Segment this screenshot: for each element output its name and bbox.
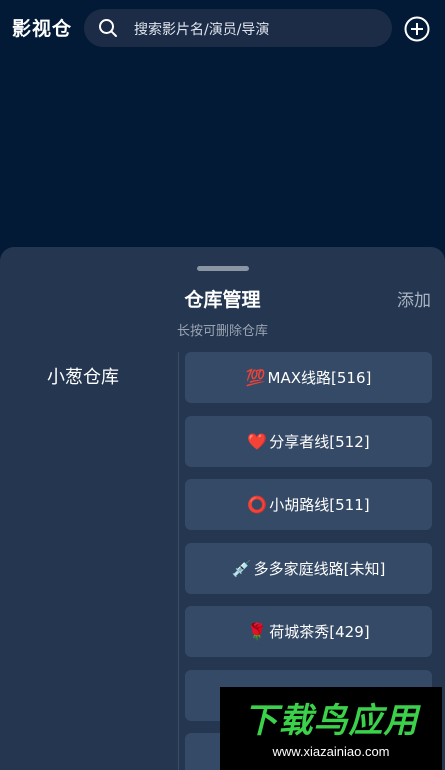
line-button[interactable]: 💉 多多家庭线路[未知] (185, 542, 432, 594)
app-title: 影视仓 (12, 18, 73, 40)
line-button[interactable]: 🌹 荷城茶秀[429] (185, 606, 432, 657)
site-watermark: 下载鸟应用 www.xiazainiao.com (220, 687, 442, 770)
sheet-title: 仓库管理 (184, 289, 261, 311)
line-button[interactable]: 💯 MAX线路[516] (185, 352, 432, 403)
hundred-points-icon: 💯 (245, 368, 266, 387)
search-bar[interactable]: 搜索影片名/演员/导演 (84, 9, 392, 47)
line-button[interactable]: ⭕ 小胡路线[511] (185, 479, 432, 530)
line-button[interactable]: ❤️ 分享者线[512] (185, 415, 432, 467)
watermark-url: www.xiazainiao.com (272, 744, 390, 759)
top-bar: 影视仓 搜索影片名/演员/导演 (0, 0, 445, 56)
line-label: 分享者线[512] (269, 432, 370, 451)
sheet-subtitle: 长按可删除仓库 (176, 324, 268, 339)
line-label: 多多家庭线路[未知] (253, 559, 386, 578)
heart-icon: ❤️ (247, 431, 268, 451)
divider (178, 352, 179, 770)
search-icon (99, 19, 117, 37)
circle-icon: ⭕ (247, 495, 268, 514)
line-label: 小胡路线[511] (269, 496, 370, 514)
search-placeholder: 搜索影片名/演员/导演 (134, 22, 270, 38)
watermark-brand: 下载鸟应用 (243, 701, 419, 741)
plus-circle-icon[interactable] (404, 16, 430, 42)
repository-item[interactable]: 小葱仓库 (0, 352, 178, 404)
drag-handle[interactable] (197, 266, 249, 271)
line-label: MAX线路[516] (267, 369, 372, 387)
syringe-icon: 💉 (231, 558, 252, 578)
line-label: 荷城茶秀[429] (269, 623, 370, 641)
add-repository-button[interactable]: 添加 (397, 286, 431, 311)
repository-list: 小葱仓库 (0, 352, 178, 404)
rose-icon: 🌹 (247, 622, 268, 641)
